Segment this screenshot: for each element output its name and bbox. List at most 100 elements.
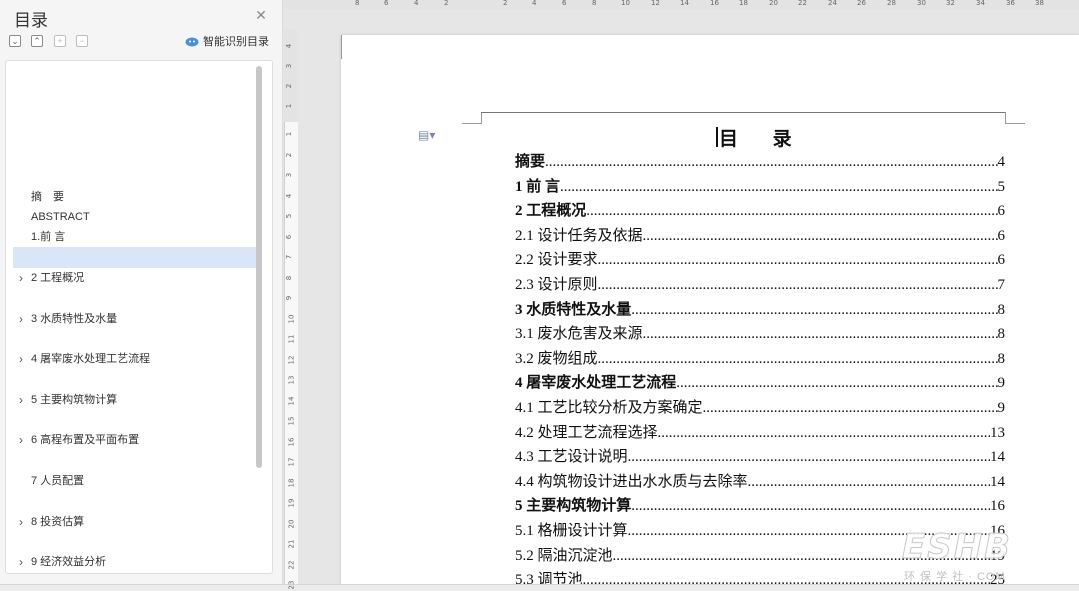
toc-item-label: 9 经济效益分析 bbox=[31, 556, 107, 568]
toc-entry[interactable]: 2.2 设计要求 6 bbox=[515, 248, 1005, 272]
toc-item-6[interactable]: › 6 高程布置及平面布置 bbox=[6, 430, 256, 450]
chevron-right-icon[interactable]: › bbox=[19, 268, 29, 288]
ruler-number: 16 bbox=[287, 437, 296, 446]
ruler-number: 34 bbox=[976, 0, 985, 7]
close-icon[interactable]: ✕ bbox=[254, 8, 268, 22]
toc-entry[interactable]: 1 前 言 5 bbox=[515, 175, 1005, 199]
ruler-number: 20 bbox=[287, 519, 296, 528]
toc-entry[interactable]: 4.4 构筑物设计进出水水质与去除率 14 bbox=[515, 470, 1005, 494]
toc-entry-page: 14 bbox=[990, 473, 1005, 490]
toc-entry-page: 5 bbox=[997, 178, 1006, 195]
chevron-right-icon[interactable]: › bbox=[19, 349, 29, 369]
ruler-number: 32 bbox=[946, 0, 955, 7]
toc-item-4[interactable]: › 4 屠宰废水处理工艺流程 bbox=[6, 349, 256, 369]
toc-entry-leader bbox=[676, 371, 997, 395]
toc-entry-leader bbox=[598, 347, 998, 371]
ruler-number: 11 bbox=[287, 334, 296, 344]
toc-entry-text: 3 水质特性及水量 bbox=[515, 301, 632, 318]
document-page[interactable]: ▤▾ 目 录 摘要41 前 言52 工程概况62.1 设计任务及依据62.2 设… bbox=[341, 35, 1079, 591]
ruler-number: 17 bbox=[287, 457, 296, 467]
toc-entry[interactable]: 4.1 工艺比较分析及方案确定 9 bbox=[515, 396, 1005, 420]
ruler-number: 4 bbox=[285, 43, 294, 49]
add-level-icon[interactable]: + bbox=[54, 35, 66, 47]
toc-entry[interactable]: 3.1 废水危害及来源 8 bbox=[515, 322, 1005, 346]
paragraph-layout-icon[interactable]: ▤▾ bbox=[418, 128, 435, 142]
toc-item-7[interactable]: 7 人员配置 bbox=[6, 471, 256, 491]
ruler-number: 8 bbox=[285, 275, 294, 280]
toc-entry-leader bbox=[598, 273, 998, 297]
chevron-right-icon[interactable]: › bbox=[19, 552, 29, 572]
chevron-right-icon[interactable]: › bbox=[19, 309, 29, 329]
collapse-all-icon[interactable]: ⌄ bbox=[9, 35, 21, 47]
ruler-number: 6 bbox=[285, 234, 294, 239]
ruler-number: 8 bbox=[592, 0, 597, 7]
toc-entry-leader bbox=[598, 248, 998, 272]
toc-entry-page: 14 bbox=[990, 449, 1005, 466]
toc-entry-text: 4.4 构筑物设计进出水水质与去除率 bbox=[515, 473, 748, 490]
chevron-right-icon[interactable]: › bbox=[19, 390, 29, 410]
toc-entry[interactable]: 4.2 处理工艺流程选择 13 bbox=[515, 421, 1005, 445]
ruler-number: 1 bbox=[285, 131, 294, 137]
toc-entry-text: 3.1 废水危害及来源 bbox=[515, 326, 643, 343]
ruler-number: 15 bbox=[287, 416, 296, 426]
remove-level-icon[interactable]: − bbox=[76, 35, 88, 47]
toc-entry-page: 8 bbox=[997, 350, 1006, 367]
ruler-number: 3 bbox=[285, 63, 294, 69]
toc-item-label: 6 高程布置及平面布置 bbox=[31, 434, 140, 446]
toc-item-selected[interactable] bbox=[13, 247, 256, 268]
toc-item-abstract-cn[interactable]: 摘 要 bbox=[6, 187, 256, 207]
toc-entry-leader bbox=[628, 445, 990, 469]
toc-entry[interactable]: 4 屠宰废水处理工艺流程 9 bbox=[515, 371, 1005, 395]
ruler-number: 3 bbox=[285, 172, 294, 178]
toc-entry[interactable]: 2.1 设计任务及依据 6 bbox=[515, 224, 1005, 248]
toc-item-label: 8 投资估算 bbox=[31, 516, 85, 528]
vertical-ruler[interactable]: 4 3 2 1 1 2 3 4 5 6 7 8 9 10 11 12 13 14 15 16 17 18 19 20 21 22 2… bbox=[284, 30, 298, 591]
ruler-number: 9 bbox=[285, 295, 294, 301]
chevron-right-icon[interactable]: › bbox=[19, 430, 29, 450]
horizontal-ruler[interactable]: 8 6 4 2 2 4 6 8 10 12 14 16 18 20 22 24 26 28 30 32 34 36 38 bbox=[283, 0, 1079, 9]
ruler-number: 4 bbox=[414, 0, 419, 7]
toc-item-abstract-en[interactable]: ABSTRACT bbox=[6, 207, 256, 227]
toc-item-5[interactable]: › 5 主要构筑物计算 bbox=[6, 390, 256, 410]
toc-entry-text: 5.1 格栅设计计算 bbox=[515, 523, 628, 539]
toc-entry-text: 2.2 设计要求 bbox=[515, 252, 598, 269]
ruler-number: 5 bbox=[285, 213, 294, 219]
toc-entry-leader bbox=[658, 421, 990, 445]
toc-item-3[interactable]: › 3 水质特性及水量 bbox=[6, 309, 256, 329]
toc-entry[interactable]: 3.2 废物组成 8 bbox=[515, 347, 1005, 371]
expand-all-icon[interactable]: ⌃ bbox=[31, 35, 43, 47]
toc-item-preface[interactable]: 1.前 言 bbox=[6, 227, 256, 247]
ruler-number: 2 bbox=[285, 152, 294, 157]
toc-entry[interactable]: 3 水质特性及水量 8 bbox=[515, 298, 1005, 322]
toc-entry[interactable]: 2.3 设计原则 7 bbox=[515, 273, 1005, 297]
toc-entry[interactable]: 2 工程概况 6 bbox=[515, 199, 1005, 223]
toc-item-2[interactable]: › 2 工程概况 bbox=[6, 268, 256, 288]
ruler-number: 22 bbox=[287, 560, 296, 569]
ruler-number: 4 bbox=[532, 0, 537, 7]
text-cursor bbox=[716, 127, 718, 147]
toc-item-label: 5 主要构筑物计算 bbox=[31, 394, 118, 406]
toc-item-9[interactable]: › 9 经济效益分析 bbox=[6, 552, 256, 572]
ruler-number: 10 bbox=[621, 0, 630, 7]
ruler-number: 4 bbox=[285, 193, 294, 198]
toc-item-8[interactable]: › 8 投资估算 bbox=[6, 512, 256, 532]
toc-item-label: 1.前 言 bbox=[31, 231, 66, 243]
toc-entry-leader bbox=[586, 199, 997, 223]
toc-item-label: ABSTRACT bbox=[31, 211, 90, 223]
chevron-right-icon[interactable]: › bbox=[19, 512, 29, 532]
toc-entry-leader bbox=[560, 175, 997, 199]
page-corner-mark bbox=[341, 47, 342, 59]
ruler-number: 8 bbox=[355, 0, 360, 7]
toc-scrollbar[interactable] bbox=[256, 66, 262, 468]
page-corner-mark bbox=[341, 35, 342, 47]
toc-entry[interactable]: 5 主要构筑物计算 16 bbox=[515, 494, 1005, 518]
toc-entry[interactable]: 4.3 工艺设计说明 14 bbox=[515, 445, 1005, 469]
toc-entry-page: 6 bbox=[997, 203, 1006, 220]
toc-entry[interactable]: 摘要 4 bbox=[515, 150, 1005, 174]
ruler-number: 1 bbox=[285, 103, 294, 109]
smart-toc-button[interactable]: 智能识别目录 bbox=[185, 33, 269, 49]
toc-entry-page: 16 bbox=[990, 498, 1005, 515]
toc-entry-leader bbox=[631, 298, 997, 322]
toc-entry-page: 9 bbox=[997, 400, 1006, 416]
ruler-number: 22 bbox=[798, 0, 807, 7]
